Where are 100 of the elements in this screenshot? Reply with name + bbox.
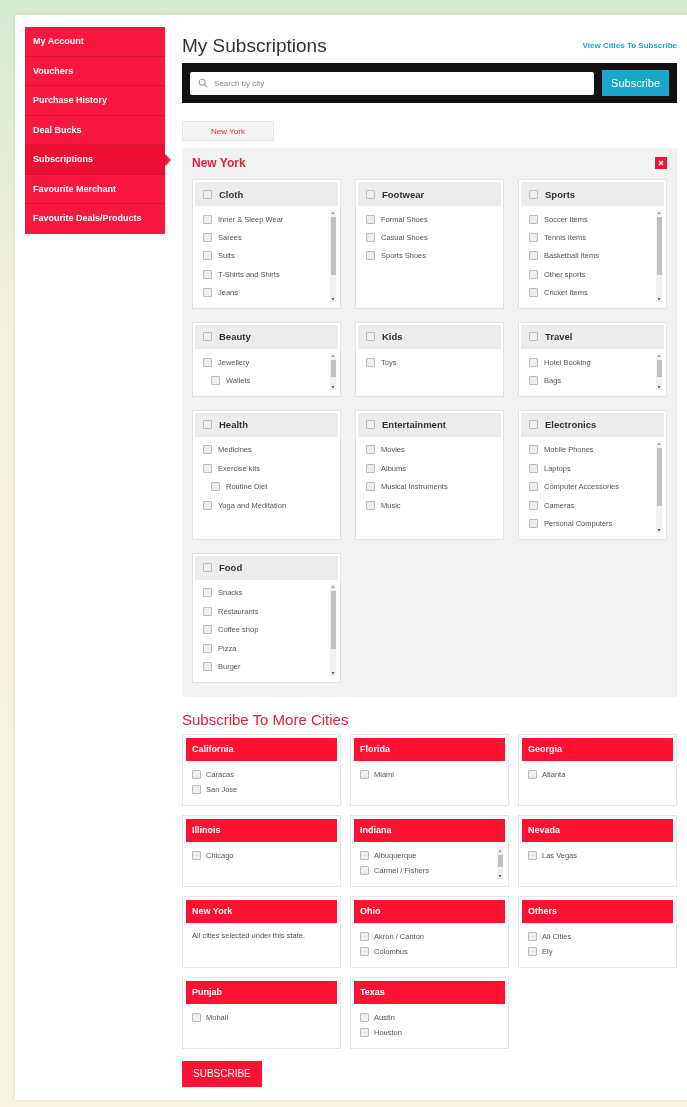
checkbox[interactable] [203,445,212,455]
checkbox[interactable] [203,233,212,243]
checkbox[interactable] [366,357,375,367]
scroll-down-arrow-icon[interactable] [330,383,336,390]
checkbox[interactable] [366,500,375,510]
checkbox[interactable] [211,376,220,386]
checkbox[interactable] [529,214,538,224]
scroll-up-arrow-icon[interactable] [656,440,662,447]
checkbox[interactable] [360,769,369,779]
state-header: Others [522,899,673,923]
scroll-down-arrow-icon[interactable] [330,669,336,676]
checkbox[interactable] [529,482,538,492]
checkbox[interactable] [203,251,212,261]
checkbox[interactable] [366,189,375,199]
checkbox[interactable] [529,288,538,298]
checkbox[interactable] [360,931,369,941]
sidebar-item[interactable]: Purchase History [25,86,165,116]
state-header: Illinois [186,818,337,842]
checkbox[interactable] [192,1012,201,1022]
state-header: Texas [354,980,505,1004]
search-field[interactable]: Search by city [190,71,595,95]
scrollbar[interactable] [656,440,662,533]
checkbox[interactable] [528,931,537,941]
checkbox[interactable] [203,588,212,598]
checkbox[interactable] [366,482,375,492]
checkbox[interactable] [192,850,201,860]
checkbox[interactable] [366,332,375,342]
checkbox[interactable] [366,463,375,473]
scroll-down-arrow-icon[interactable] [656,526,662,533]
checkbox[interactable] [529,332,538,342]
checkbox[interactable] [366,214,375,224]
scroll-up-arrow-icon[interactable] [330,352,336,359]
checkbox[interactable] [203,357,212,367]
checkbox[interactable] [203,420,212,430]
state-header: Ohio [354,899,505,923]
checkbox[interactable] [203,269,212,279]
checkbox[interactable] [528,769,537,779]
checkbox[interactable] [529,251,538,261]
checkbox[interactable] [366,445,375,455]
checkbox[interactable] [211,482,220,492]
scroll-up-arrow-icon[interactable] [656,352,662,359]
checkbox[interactable] [192,785,201,795]
checkbox[interactable] [203,288,212,298]
scroll-up-arrow-icon[interactable] [497,847,503,854]
scroll-up-arrow-icon[interactable] [656,210,662,216]
scroll-down-arrow-icon[interactable] [497,872,503,879]
checkbox[interactable] [203,500,212,510]
category-name: Electronics [545,419,597,431]
checkbox[interactable] [360,1028,369,1038]
checkbox[interactable] [529,500,538,510]
checkbox[interactable] [360,866,369,876]
checkbox[interactable] [529,269,538,279]
sidebar-item[interactable]: My Account [25,27,165,57]
scrollbar[interactable] [330,583,336,676]
checkbox[interactable] [528,947,537,957]
checkbox[interactable] [529,376,538,386]
checkbox[interactable] [203,643,212,653]
checkbox[interactable] [529,463,538,473]
checkbox[interactable] [529,357,538,367]
state-header: Florida [354,737,505,761]
checkbox[interactable] [529,189,538,199]
checkbox[interactable] [529,519,538,528]
city-tab[interactable]: New York [182,121,274,141]
checkbox[interactable] [366,420,375,430]
scroll-down-arrow-icon[interactable] [656,295,662,302]
scroll-down-arrow-icon[interactable] [656,383,662,390]
scroll-down-arrow-icon[interactable] [330,295,336,302]
checkbox[interactable] [203,563,212,573]
sidebar-item[interactable]: Favourite Deals/Products [25,204,165,234]
subscribe-button[interactable]: SUBSCRIBE [182,1060,262,1087]
checkbox[interactable] [203,661,212,671]
view-cities-link[interactable]: View Cities To Subscribe [582,41,677,50]
checkbox[interactable] [360,1012,369,1022]
sidebar-item[interactable]: Favourite Merchant [25,174,165,204]
checkbox[interactable] [203,625,212,635]
scrollbar[interactable] [330,210,336,302]
checkbox[interactable] [203,463,212,473]
checkbox[interactable] [203,606,212,616]
checkbox[interactable] [529,420,538,430]
checkbox[interactable] [529,233,538,243]
checkbox[interactable] [203,214,212,224]
checkbox[interactable] [529,445,538,455]
close-button[interactable] [655,157,667,169]
scrollbar[interactable] [656,352,662,390]
scroll-up-arrow-icon[interactable] [330,210,336,216]
checkbox[interactable] [360,947,369,957]
checkbox[interactable] [528,850,537,860]
checkbox[interactable] [366,233,375,243]
checkbox[interactable] [366,251,375,261]
scrollbar[interactable] [497,847,503,879]
scrollbar[interactable] [330,352,336,390]
category-name: Travel [545,331,573,343]
checkbox[interactable] [192,769,201,779]
scroll-up-arrow-icon[interactable] [330,583,336,590]
sidebar-item[interactable]: Vouchers [25,56,165,86]
checkbox[interactable] [360,850,369,860]
checkbox[interactable] [203,189,212,199]
scrollbar[interactable] [656,210,662,302]
checkbox[interactable] [203,332,212,342]
subscribe-button[interactable]: Subscribe [602,70,669,96]
